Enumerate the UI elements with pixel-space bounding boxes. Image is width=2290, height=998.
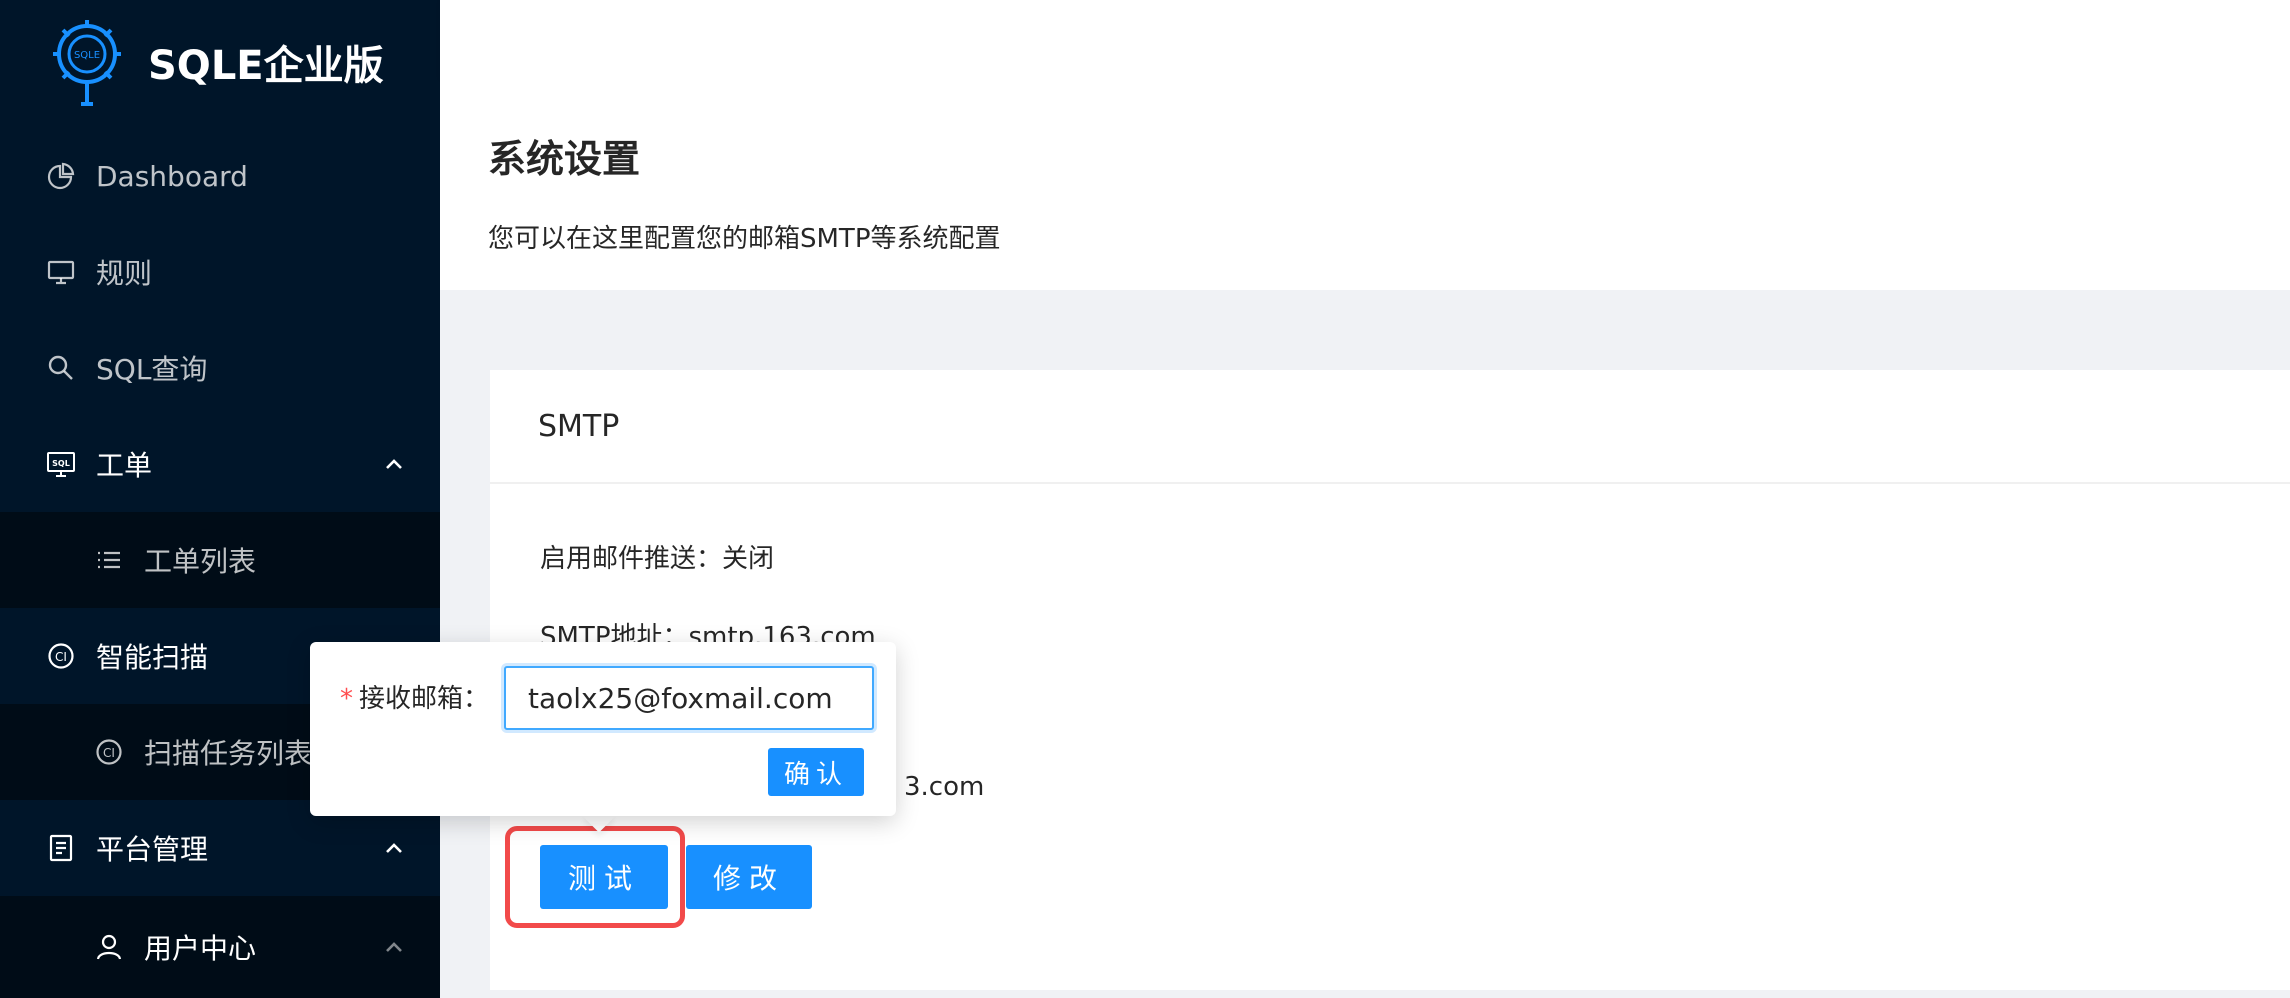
sidebar-item-label: 工单列表: [144, 545, 257, 578]
chevron-up-icon: [386, 942, 402, 952]
document-icon: [46, 833, 76, 863]
chevron-up-icon: [386, 843, 402, 853]
required-mark: *: [340, 684, 353, 714]
logo-gear-icon: SQLE: [53, 20, 121, 106]
sidebar-item-label: 工单: [96, 449, 153, 482]
page-description: 您可以在这里配置您的邮箱SMTP等系统配置: [488, 224, 1001, 254]
desktop-icon: [46, 257, 76, 287]
sidebar-item-label: 规则: [96, 257, 153, 290]
test-button[interactable]: 测试: [540, 845, 668, 909]
enable-push-text: 启用邮件推送：关闭: [540, 544, 775, 574]
sidebar-item-workorder[interactable]: SQL 工单: [0, 416, 440, 512]
sidebar-item-label: 智能扫描: [96, 641, 209, 674]
sidebar-item-label: SQL查询: [96, 353, 208, 386]
top-header: [440, 0, 2290, 78]
pie-chart-icon: [46, 161, 76, 191]
ci-icon: CI: [46, 641, 76, 671]
sidebar-item-workorder-list[interactable]: 工单列表: [0, 512, 440, 608]
receive-email-label-text: 接收邮箱：: [359, 684, 490, 714]
test-email-popover: *接收邮箱： 确认: [310, 642, 896, 816]
receive-email-label: * 接收邮箱：: [340, 678, 489, 715]
list-icon: [94, 545, 124, 575]
card-title: SMTP: [490, 370, 2290, 484]
confirm-button[interactable]: 确认: [768, 748, 864, 796]
logo[interactable]: SQLE SQLE企业版: [0, 0, 440, 124]
svg-text:SQLE: SQLE: [74, 50, 100, 61]
svg-text:CI: CI: [103, 746, 115, 760]
svg-text:CI: CI: [55, 650, 67, 664]
sidebar-item-dashboard[interactable]: Dashboard: [0, 128, 440, 224]
search-icon: [46, 353, 76, 383]
sidebar-item-label: 平台管理: [96, 833, 209, 866]
sidebar-item-label: 扫描任务列表: [144, 737, 313, 770]
edit-button[interactable]: 修改: [686, 845, 812, 909]
receive-email-input[interactable]: [504, 666, 874, 730]
page-header: 系统设置 您可以在这里配置您的邮箱SMTP等系统配置: [440, 78, 2290, 290]
sender-email-partial-text: 3.com: [904, 772, 985, 802]
page-title: 系统设置: [488, 137, 641, 181]
sidebar-item-sql-query[interactable]: SQL查询: [0, 320, 440, 416]
sidebar-item-label: 用户中心: [144, 932, 257, 965]
sql-icon: SQL: [46, 449, 76, 479]
sidebar-item-label: Dashboard: [96, 159, 248, 193]
logo-text: SQLE企业版: [148, 43, 384, 89]
svg-text:SQL: SQL: [52, 459, 70, 468]
sidebar-item-user-center[interactable]: 用户中心: [0, 896, 440, 998]
chevron-up-icon: [386, 459, 402, 469]
user-icon: [94, 932, 124, 962]
sidebar: SQLE SQLE企业版 Dashboard 规则 SQL查询 SQL 工单 工…: [0, 0, 440, 998]
sidebar-item-rules[interactable]: 规则: [0, 224, 440, 320]
ci-icon: CI: [94, 737, 124, 767]
